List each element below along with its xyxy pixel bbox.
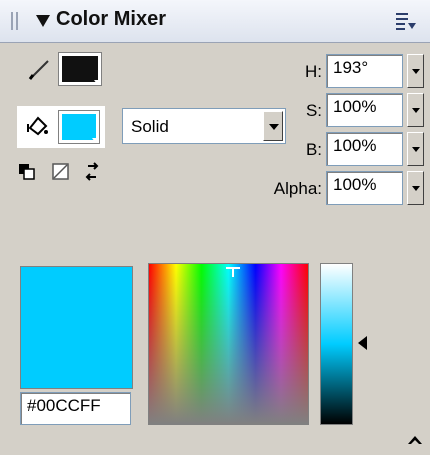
hue-field[interactable]: 193° xyxy=(326,54,403,88)
alpha-dropdown-button[interactable] xyxy=(407,171,424,205)
brightness-dropdown-button[interactable] xyxy=(407,132,424,166)
stroke-color-swatch[interactable] xyxy=(58,52,102,86)
b-label: B: xyxy=(305,140,322,159)
options-menu-icon[interactable] xyxy=(396,12,416,30)
alpha-label: Alpha: xyxy=(273,179,322,198)
hex-field[interactable]: #00CCFF xyxy=(20,392,131,425)
fill-type-value: Solid xyxy=(131,117,169,136)
default-colors-icon[interactable] xyxy=(18,163,36,181)
brightness-field[interactable]: 100% xyxy=(326,132,403,166)
fill-color-swatch[interactable] xyxy=(58,110,100,144)
h-label: H: xyxy=(305,62,322,81)
swap-colors-icon[interactable] xyxy=(84,161,100,183)
fill-type-select[interactable]: Solid xyxy=(122,108,286,144)
no-color-icon[interactable] xyxy=(52,163,70,181)
alpha-field[interactable]: 100% xyxy=(326,171,403,205)
saturation-field[interactable]: 100% xyxy=(326,93,403,127)
color-spectrum[interactable] xyxy=(148,263,309,425)
chevron-down-icon[interactable] xyxy=(263,111,283,141)
panel-title: Color Mixer xyxy=(56,8,167,30)
collapse-triangle-icon[interactable] xyxy=(36,15,50,27)
expand-collapse-icon-inner xyxy=(411,440,419,444)
brightness-slider[interactable] xyxy=(320,263,353,425)
s-label: S: xyxy=(305,101,322,120)
crosshair-icon[interactable] xyxy=(226,263,240,277)
pencil-icon xyxy=(28,60,49,80)
paint-bucket-icon xyxy=(27,116,48,136)
hue-dropdown-button[interactable] xyxy=(407,54,424,88)
grip-icon[interactable] xyxy=(11,12,21,30)
saturation-dropdown-button[interactable] xyxy=(407,93,424,127)
brightness-marker-icon[interactable] xyxy=(358,336,367,350)
color-preview xyxy=(20,266,133,389)
